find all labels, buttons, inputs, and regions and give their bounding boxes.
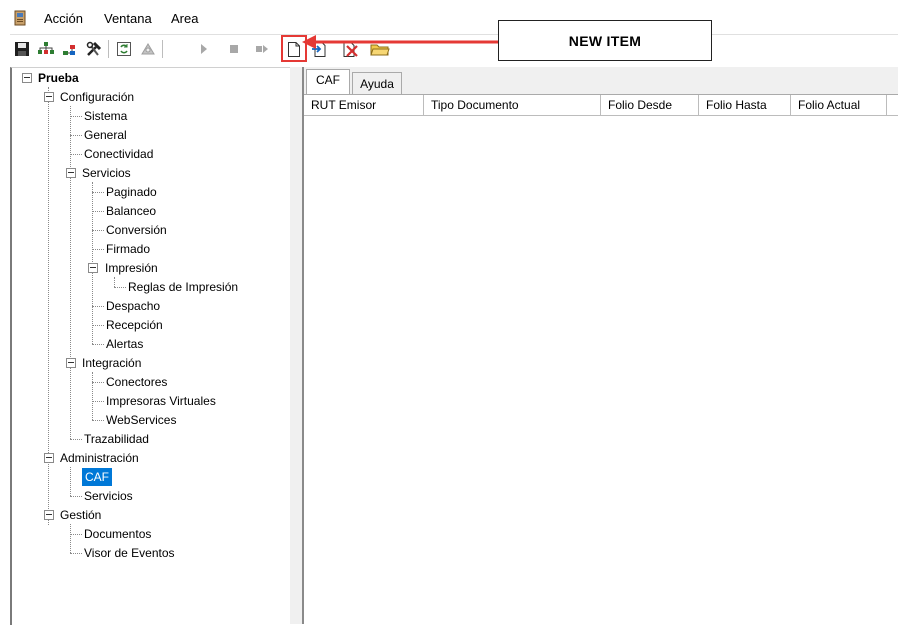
settings-icon[interactable] bbox=[138, 39, 158, 59]
tree-node-webservices[interactable]: WebServices bbox=[106, 411, 176, 429]
tree-connector bbox=[70, 116, 82, 117]
grid-header: RUT Emisor Tipo Documento Folio Desde Fo… bbox=[304, 95, 898, 116]
tools-icon[interactable] bbox=[84, 39, 104, 59]
tree-node-caf[interactable]: CAF bbox=[82, 468, 112, 486]
tree-connector bbox=[92, 344, 104, 345]
tree-connector bbox=[114, 277, 115, 287]
tree-node-sistema[interactable]: Sistema bbox=[84, 107, 127, 125]
collapse-icon[interactable] bbox=[66, 358, 76, 368]
tree-connector bbox=[92, 325, 104, 326]
panel-splitter[interactable] bbox=[290, 67, 304, 624]
refresh-icon[interactable] bbox=[114, 39, 134, 59]
tree-connector bbox=[70, 135, 82, 136]
app-icon bbox=[14, 10, 26, 26]
annotation-label: NEW ITEM bbox=[568, 32, 642, 49]
tree-connector bbox=[92, 249, 104, 250]
tree-node-recepcion[interactable]: Recepción bbox=[106, 316, 163, 334]
tree-node-impresion[interactable]: Impresión bbox=[105, 259, 158, 277]
tree-node-gestion[interactable]: Gestión bbox=[60, 506, 101, 524]
tree-node-documentos[interactable]: Documentos bbox=[84, 525, 151, 543]
caf-grid: RUT Emisor Tipo Documento Folio Desde Fo… bbox=[304, 94, 898, 625]
tree-node-impresoras-virtuales[interactable]: Impresoras Virtuales bbox=[106, 392, 216, 410]
tree-node-servicios[interactable]: Servicios bbox=[82, 164, 131, 182]
collapse-icon[interactable] bbox=[88, 263, 98, 273]
tree-node-visor-eventos[interactable]: Visor de Eventos bbox=[84, 544, 175, 562]
tree-node-integracion[interactable]: Integración bbox=[82, 354, 141, 372]
tree-node-administracion[interactable]: Administración bbox=[60, 449, 139, 467]
toolbar-separator bbox=[162, 40, 163, 58]
menu-ventana[interactable]: Ventana bbox=[104, 11, 152, 26]
tab-strip: CAF Ayuda bbox=[304, 67, 898, 94]
collapse-icon[interactable] bbox=[44, 510, 54, 520]
tree-node-despacho[interactable]: Despacho bbox=[106, 297, 160, 315]
tree-node-reglas-impresion[interactable]: Reglas de Impresión bbox=[128, 278, 238, 296]
tree-connector bbox=[92, 306, 104, 307]
column-header-folio-actual[interactable]: Folio Actual bbox=[791, 95, 887, 115]
collapse-icon[interactable] bbox=[22, 73, 32, 83]
annotation-arrow bbox=[302, 35, 500, 49]
toolbar-separator bbox=[108, 40, 109, 58]
tree-connector bbox=[70, 154, 82, 155]
column-header-folio-hasta[interactable]: Folio Hasta bbox=[699, 95, 791, 115]
tab-ayuda[interactable]: Ayuda bbox=[352, 72, 402, 94]
tree-panel: Prueba Configuración Sistema General Con… bbox=[10, 67, 291, 625]
tree-connector bbox=[92, 211, 104, 212]
tree-node-admin-servicios[interactable]: Servicios bbox=[84, 487, 133, 505]
tree-connector bbox=[70, 467, 71, 496]
column-header-tipo-documento[interactable]: Tipo Documento bbox=[424, 95, 601, 115]
tree-node-configuracion[interactable]: Configuración bbox=[60, 88, 134, 106]
menu-area[interactable]: Area bbox=[171, 11, 198, 26]
tree-node-prueba[interactable]: Prueba bbox=[38, 69, 79, 87]
tree-node-balanceo[interactable]: Balanceo bbox=[106, 202, 156, 220]
tree-node-general[interactable]: General bbox=[84, 126, 127, 144]
tree-connector bbox=[70, 553, 82, 554]
collapse-icon[interactable] bbox=[44, 92, 54, 102]
collapse-icon[interactable] bbox=[66, 168, 76, 178]
column-header-rut-emisor[interactable]: RUT Emisor bbox=[304, 95, 424, 115]
tree-connector bbox=[92, 372, 93, 420]
menu-bar: Acción Ventana Area bbox=[0, 0, 898, 34]
tree-connector bbox=[70, 496, 82, 497]
tree-connector bbox=[92, 230, 104, 231]
tree-connector bbox=[92, 192, 104, 193]
next-icon[interactable] bbox=[252, 39, 272, 59]
play-icon[interactable] bbox=[194, 39, 214, 59]
tree-connector bbox=[70, 106, 71, 439]
annotation-callout: NEW ITEM bbox=[498, 20, 712, 61]
tree-connector bbox=[92, 420, 104, 421]
tree-connector bbox=[114, 287, 126, 288]
tree-node-firmado[interactable]: Firmado bbox=[106, 240, 150, 258]
tree-node-alertas[interactable]: Alertas bbox=[106, 335, 143, 353]
tree-connector bbox=[92, 401, 104, 402]
tree-connector bbox=[92, 382, 104, 383]
tree-node-conversion[interactable]: Conversión bbox=[106, 221, 167, 239]
column-header-folio-desde[interactable]: Folio Desde bbox=[601, 95, 699, 115]
tree-node-conectores[interactable]: Conectores bbox=[106, 373, 167, 391]
stop-icon[interactable] bbox=[224, 39, 244, 59]
tab-caf[interactable]: CAF bbox=[306, 69, 350, 94]
tree-connector bbox=[70, 439, 82, 440]
tree-node-conectividad[interactable]: Conectividad bbox=[84, 145, 153, 163]
save-icon[interactable] bbox=[12, 39, 32, 59]
menu-accion[interactable]: Acción bbox=[44, 11, 83, 26]
tree-connector bbox=[70, 534, 82, 535]
tree-node-paginado[interactable]: Paginado bbox=[106, 183, 157, 201]
tree-node-trazabilidad[interactable]: Trazabilidad bbox=[84, 430, 149, 448]
network-icon[interactable] bbox=[36, 39, 56, 59]
add-node-icon[interactable] bbox=[60, 39, 80, 59]
collapse-icon[interactable] bbox=[44, 453, 54, 463]
tree-connector bbox=[70, 524, 71, 553]
